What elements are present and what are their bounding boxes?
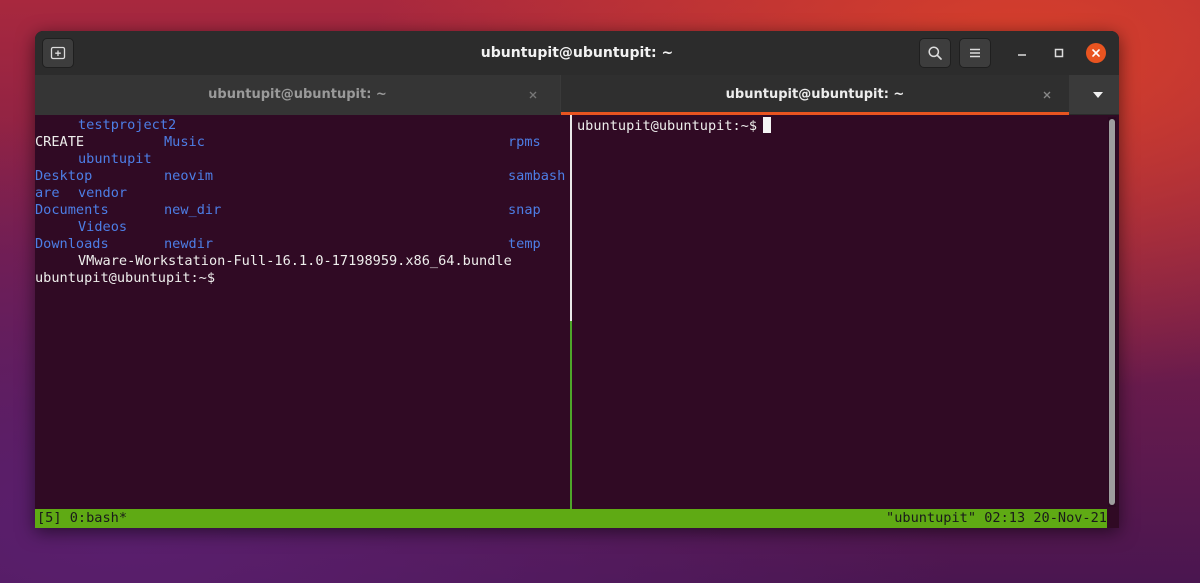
text-cursor — [763, 117, 772, 133]
title-bar[interactable]: ubuntupit@ubuntupit: ~ — [35, 31, 1119, 75]
minimize-icon — [1018, 54, 1026, 56]
directory-entry: Desktop — [35, 168, 93, 184]
terminal-output-line: are vendor — [35, 185, 570, 202]
search-button[interactable] — [919, 38, 951, 68]
terminal-output-line: VMware-Workstation-Full-16.1.0-17198959.… — [35, 253, 570, 270]
directory-entry: neovim — [164, 168, 214, 184]
maximize-icon — [1054, 48, 1064, 58]
minimize-button[interactable] — [1012, 43, 1032, 63]
output-text: ubuntupit@ubuntupit:~$ — [35, 270, 216, 286]
directory-entry: newdir — [164, 236, 214, 252]
tab-bar: ubuntupit@ubuntupit: ~ ubuntupit@ubuntup… — [35, 75, 1119, 115]
tab-label: ubuntupit@ubuntupit: ~ — [725, 87, 905, 102]
status-window-list: [5] 0:bash* — [37, 510, 128, 526]
tab-close-button[interactable] — [1038, 86, 1056, 104]
directory-entry: testproject2 — [78, 117, 177, 133]
tmux-status-bar: [5] 0:bash* "ubuntupit" 02:13 20-Nov-21 — [35, 509, 1107, 528]
directory-entry: Documents — [35, 202, 109, 218]
scrollbar[interactable] — [1108, 117, 1116, 507]
terminal-output-line: testproject2 — [35, 117, 570, 134]
terminal-prompt-line: ubuntupit@ubuntupit:~$ — [577, 117, 772, 134]
shell-prompt: ubuntupit@ubuntupit:~$ — [577, 118, 758, 134]
close-icon — [529, 91, 537, 99]
terminal-output-line: Desktop neovim sambash — [35, 168, 570, 185]
status-host-time: "ubuntupit" 02:13 20-Nov-21 — [886, 510, 1107, 526]
directory-entry: are — [35, 185, 60, 201]
close-icon — [1092, 49, 1100, 57]
directory-entry: sambash — [508, 168, 566, 184]
terminal-output-line: ubuntupit@ubuntupit:~$ — [35, 270, 570, 287]
hamburger-menu-icon — [970, 48, 980, 58]
tab-terminal-2[interactable]: ubuntupit@ubuntupit: ~ — [561, 75, 1069, 115]
directory-entry: snap — [508, 202, 541, 218]
directory-entry: vendor — [78, 185, 128, 201]
output-text: VMware-Workstation-Full-16.1.0-17198959.… — [78, 253, 512, 269]
directory-entry: Videos — [78, 219, 128, 235]
directory-entry: ubuntupit — [78, 151, 152, 167]
right-terminal-pane[interactable]: ubuntupit@ubuntupit:~$ — [572, 115, 1107, 509]
menu-button[interactable] — [959, 38, 991, 68]
terminal-output-line: Videos — [35, 219, 570, 236]
terminal-output-line: Documents new_dir snap — [35, 202, 570, 219]
left-terminal-pane[interactable]: testproject2 CREATE Music rpms ubuntupit Desk… — [35, 115, 570, 509]
scrollbar-thumb[interactable] — [1109, 119, 1115, 505]
directory-entry: Downloads — [35, 236, 109, 252]
output-text: CREATE — [35, 134, 85, 150]
window-title: ubuntupit@ubuntupit: ~ — [480, 45, 674, 61]
tab-terminal-1[interactable]: ubuntupit@ubuntupit: ~ — [35, 75, 560, 115]
chevron-down-icon — [1093, 92, 1103, 98]
tab-close-button[interactable] — [524, 86, 542, 104]
close-button[interactable] — [1086, 43, 1106, 63]
terminal-output-line: Downloads newdir temp — [35, 236, 570, 253]
close-icon — [1043, 91, 1051, 99]
directory-entry: new_dir — [164, 202, 222, 218]
directory-entry: temp — [508, 236, 541, 252]
directory-entry: Music — [164, 134, 205, 150]
tab-label: ubuntupit@ubuntupit: ~ — [208, 87, 387, 102]
terminal-window: ubuntupit@ubuntupit: ~ ubuntupit@ubuntup… — [35, 31, 1119, 528]
search-icon — [928, 46, 942, 60]
directory-entry: rpms — [508, 134, 541, 150]
tab-list-dropdown[interactable] — [1087, 86, 1109, 104]
maximize-button[interactable] — [1049, 43, 1069, 63]
terminal-output-line: CREATE Music rpms — [35, 134, 570, 151]
terminal-output-line: ubuntupit — [35, 151, 570, 168]
